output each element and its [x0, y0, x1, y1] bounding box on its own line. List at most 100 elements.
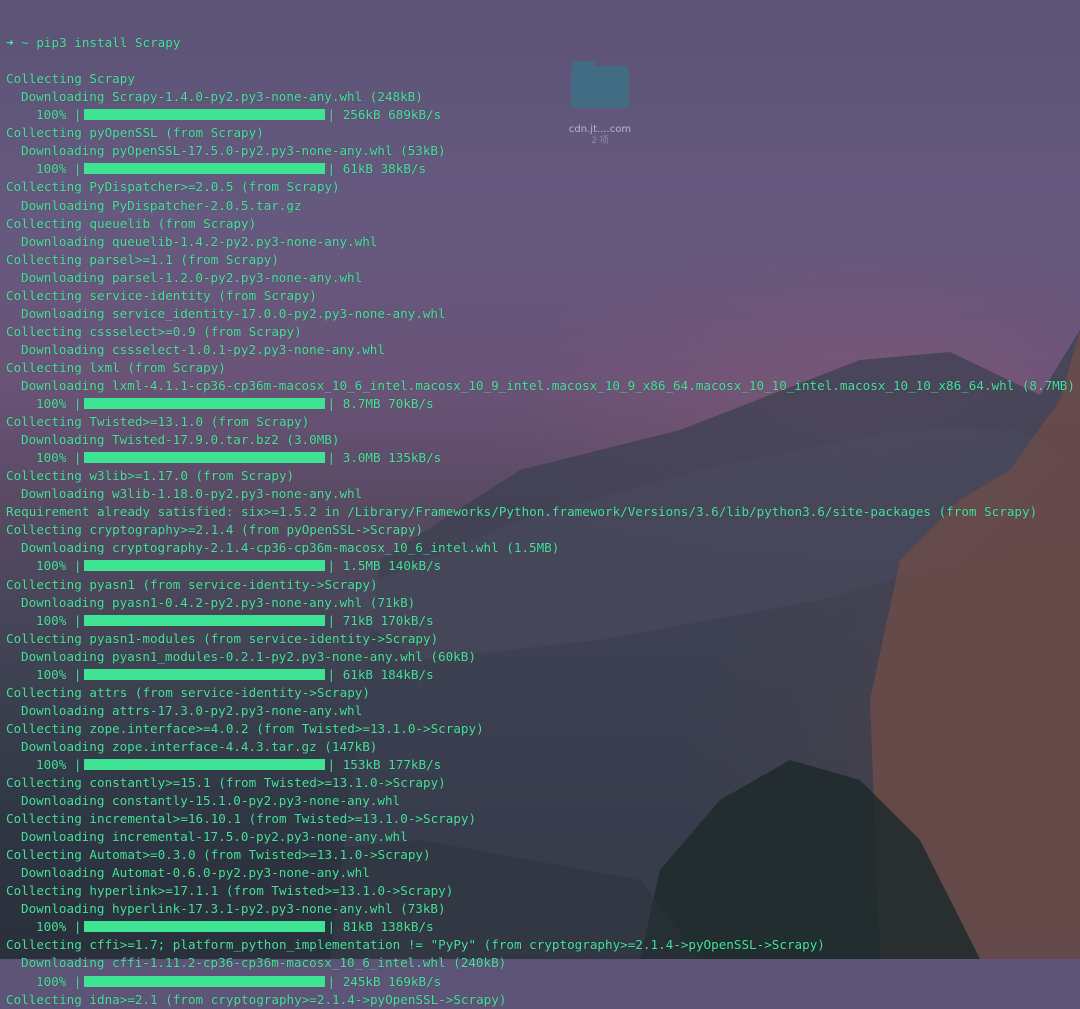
progress-stats: 245kB 169kB/s [342, 973, 442, 989]
progress-bar-fill [83, 668, 325, 680]
progress-line: 100% | | 81kB 138kB/s [6, 918, 1080, 936]
progress-stats: 81kB 138kB/s [342, 919, 434, 935]
download-line: Downloading w3lib-1.18.0-py2.py3-none-an… [6, 485, 1080, 503]
download-line: Downloading lxml-4.1.1-cp36-cp36m-macosx… [6, 377, 1080, 395]
progress-line: 100% | | 153kB 177kB/s [6, 756, 1080, 774]
progress-percent: 100% [36, 450, 67, 466]
progress-bar-fill [83, 398, 325, 410]
download-line: Downloading hyperlink-17.3.1-py2.py3-non… [6, 900, 1080, 918]
progress-bracket: | [327, 756, 343, 772]
progress-stats: 153kB 177kB/s [342, 756, 442, 772]
progress-bracket: | [327, 973, 343, 989]
progress-bracket: | [66, 396, 82, 412]
line-text: Downloading service_identity-17.0.0-py2.… [21, 305, 446, 321]
progress-bracket: | [66, 107, 82, 123]
collect-line: Collecting Twisted>=13.1.0 (from Scrapy) [6, 413, 1080, 431]
line-text: Downloading w3lib-1.18.0-py2.py3-none-an… [21, 486, 363, 502]
progress-bar-fill [83, 452, 325, 464]
progress-line: 100% | | 245kB 169kB/s [6, 973, 1080, 991]
line-text: Collecting lxml (from Scrapy) [6, 359, 226, 375]
line-text: Collecting w3lib>=1.17.0 (from Scrapy) [6, 468, 295, 484]
progress-percent: 100% [36, 919, 67, 935]
progress-line: 100% | | 3.0MB 135kB/s [6, 449, 1080, 467]
collect-line: Collecting pyOpenSSL (from Scrapy) [6, 124, 1080, 142]
line-text: Collecting cssselect>=0.9 (from Scrapy) [6, 323, 302, 339]
line-text: Requirement already satisfied: six>=1.5.… [6, 504, 1038, 520]
download-line: Downloading parsel-1.2.0-py2.py3-none-an… [6, 269, 1080, 287]
download-line: Downloading pyOpenSSL-17.5.0-py2.py3-non… [6, 142, 1080, 160]
terminal-output[interactable]: ➜ ~ pip3 install Scrapy Collecting Scrap… [6, 0, 1080, 1009]
line-text: Collecting hyperlink>=17.1.1 (from Twist… [6, 883, 454, 899]
line-text: Downloading attrs-17.3.0-py2.py3-none-an… [21, 702, 363, 718]
progress-bracket: | [327, 558, 343, 574]
progress-stats: 1.5MB 140kB/s [342, 558, 442, 574]
collect-line: Requirement already satisfied: six>=1.5.… [6, 503, 1080, 521]
download-line: Downloading cssselect-1.0.1-py2.py3-none… [6, 341, 1080, 359]
line-text: Collecting zope.interface>=4.0.2 (from T… [6, 720, 484, 736]
progress-percent: 100% [36, 396, 67, 412]
line-text: Downloading hyperlink-17.3.1-py2.py3-non… [21, 901, 446, 917]
line-text: Downloading cffi-1.11.2-cp36-cp36m-macos… [21, 955, 507, 971]
line-text: Downloading PyDispatcher-2.0.5.tar.gz [21, 197, 302, 213]
progress-line: 100% | | 61kB 38kB/s [6, 160, 1080, 178]
line-text: Downloading cssselect-1.0.1-py2.py3-none… [21, 341, 385, 357]
collect-line: Collecting parsel>=1.1 (from Scrapy) [6, 251, 1080, 269]
progress-bar-fill [83, 560, 325, 572]
collect-line: Collecting incremental>=16.10.1 (from Tw… [6, 810, 1080, 828]
collect-line: Collecting PyDispatcher>=2.0.5 (from Scr… [6, 178, 1080, 196]
collect-line: Collecting hyperlink>=17.1.1 (from Twist… [6, 882, 1080, 900]
command-text: ~ pip3 install Scrapy [21, 35, 181, 51]
collect-line: Collecting Automat>=0.3.0 (from Twisted>… [6, 846, 1080, 864]
progress-bracket: | [66, 450, 82, 466]
progress-stats: 71kB 170kB/s [342, 612, 434, 628]
download-line: Downloading Twisted-17.9.0.tar.bz2 (3.0M… [6, 431, 1080, 449]
collect-line: Collecting cssselect>=0.9 (from Scrapy) [6, 323, 1080, 341]
progress-line: 100% | | 71kB 170kB/s [6, 612, 1080, 630]
progress-line: 100% | | 256kB 689kB/s [6, 106, 1080, 124]
collect-line: Collecting cryptography>=2.1.4 (from pyO… [6, 521, 1080, 539]
line-text: Downloading pyasn1_modules-0.2.1-py2.py3… [21, 648, 476, 664]
line-text: Collecting cffi>=1.7; platform_python_im… [6, 937, 825, 953]
progress-bar-fill [83, 109, 325, 121]
progress-bar-fill [83, 921, 325, 933]
progress-bracket: | [66, 919, 82, 935]
line-text: Collecting cryptography>=2.1.4 (from pyO… [6, 522, 424, 538]
collect-line: Collecting service-identity (from Scrapy… [6, 287, 1080, 305]
progress-bracket: | [66, 558, 82, 574]
progress-bar-fill [83, 758, 325, 770]
progress-stats: 61kB 184kB/s [342, 666, 434, 682]
line-text: Collecting pyasn1 (from service-identity… [6, 576, 378, 592]
progress-bracket: | [327, 107, 343, 123]
line-text: Collecting Scrapy [6, 71, 135, 87]
line-text: Collecting pyasn1-modules (from service-… [6, 630, 439, 646]
line-text: Downloading cryptography-2.1.4-cp36-cp36… [21, 540, 560, 556]
progress-line: 100% | | 61kB 184kB/s [6, 666, 1080, 684]
download-line: Downloading incremental-17.5.0-py2.py3-n… [6, 828, 1080, 846]
collect-line: Collecting lxml (from Scrapy) [6, 359, 1080, 377]
progress-stats: 256kB 689kB/s [342, 107, 442, 123]
progress-bracket: | [66, 666, 82, 682]
download-line: Downloading Automat-0.6.0-py2.py3-none-a… [6, 864, 1080, 882]
progress-bracket: | [66, 161, 82, 177]
line-text: Collecting idna>=2.1 (from cryptography>… [6, 991, 507, 1007]
collect-line: Collecting attrs (from service-identity-… [6, 684, 1080, 702]
progress-bracket: | [327, 612, 343, 628]
download-line: Downloading pyasn1_modules-0.2.1-py2.py3… [6, 648, 1080, 666]
progress-bracket: | [327, 919, 343, 935]
collect-line: Collecting queuelib (from Scrapy) [6, 215, 1080, 233]
progress-bar-fill [83, 163, 325, 175]
line-text: Collecting PyDispatcher>=2.0.5 (from Scr… [6, 179, 340, 195]
progress-bar-fill [83, 614, 325, 626]
progress-percent: 100% [36, 107, 67, 123]
line-text: Collecting Twisted>=13.1.0 (from Scrapy) [6, 414, 310, 430]
line-text: Collecting attrs (from service-identity-… [6, 684, 370, 700]
line-text: Downloading zope.interface-4.4.3.tar.gz … [21, 738, 378, 754]
progress-percent: 100% [36, 973, 67, 989]
progress-bracket: | [66, 973, 82, 989]
collect-line: Collecting pyasn1 (from service-identity… [6, 576, 1080, 594]
progress-stats: 3.0MB 135kB/s [342, 450, 442, 466]
download-line: Downloading cffi-1.11.2-cp36-cp36m-macos… [6, 954, 1080, 972]
progress-bracket: | [327, 450, 343, 466]
collect-line: Collecting w3lib>=1.17.0 (from Scrapy) [6, 467, 1080, 485]
line-text: Downloading parsel-1.2.0-py2.py3-none-an… [21, 269, 363, 285]
